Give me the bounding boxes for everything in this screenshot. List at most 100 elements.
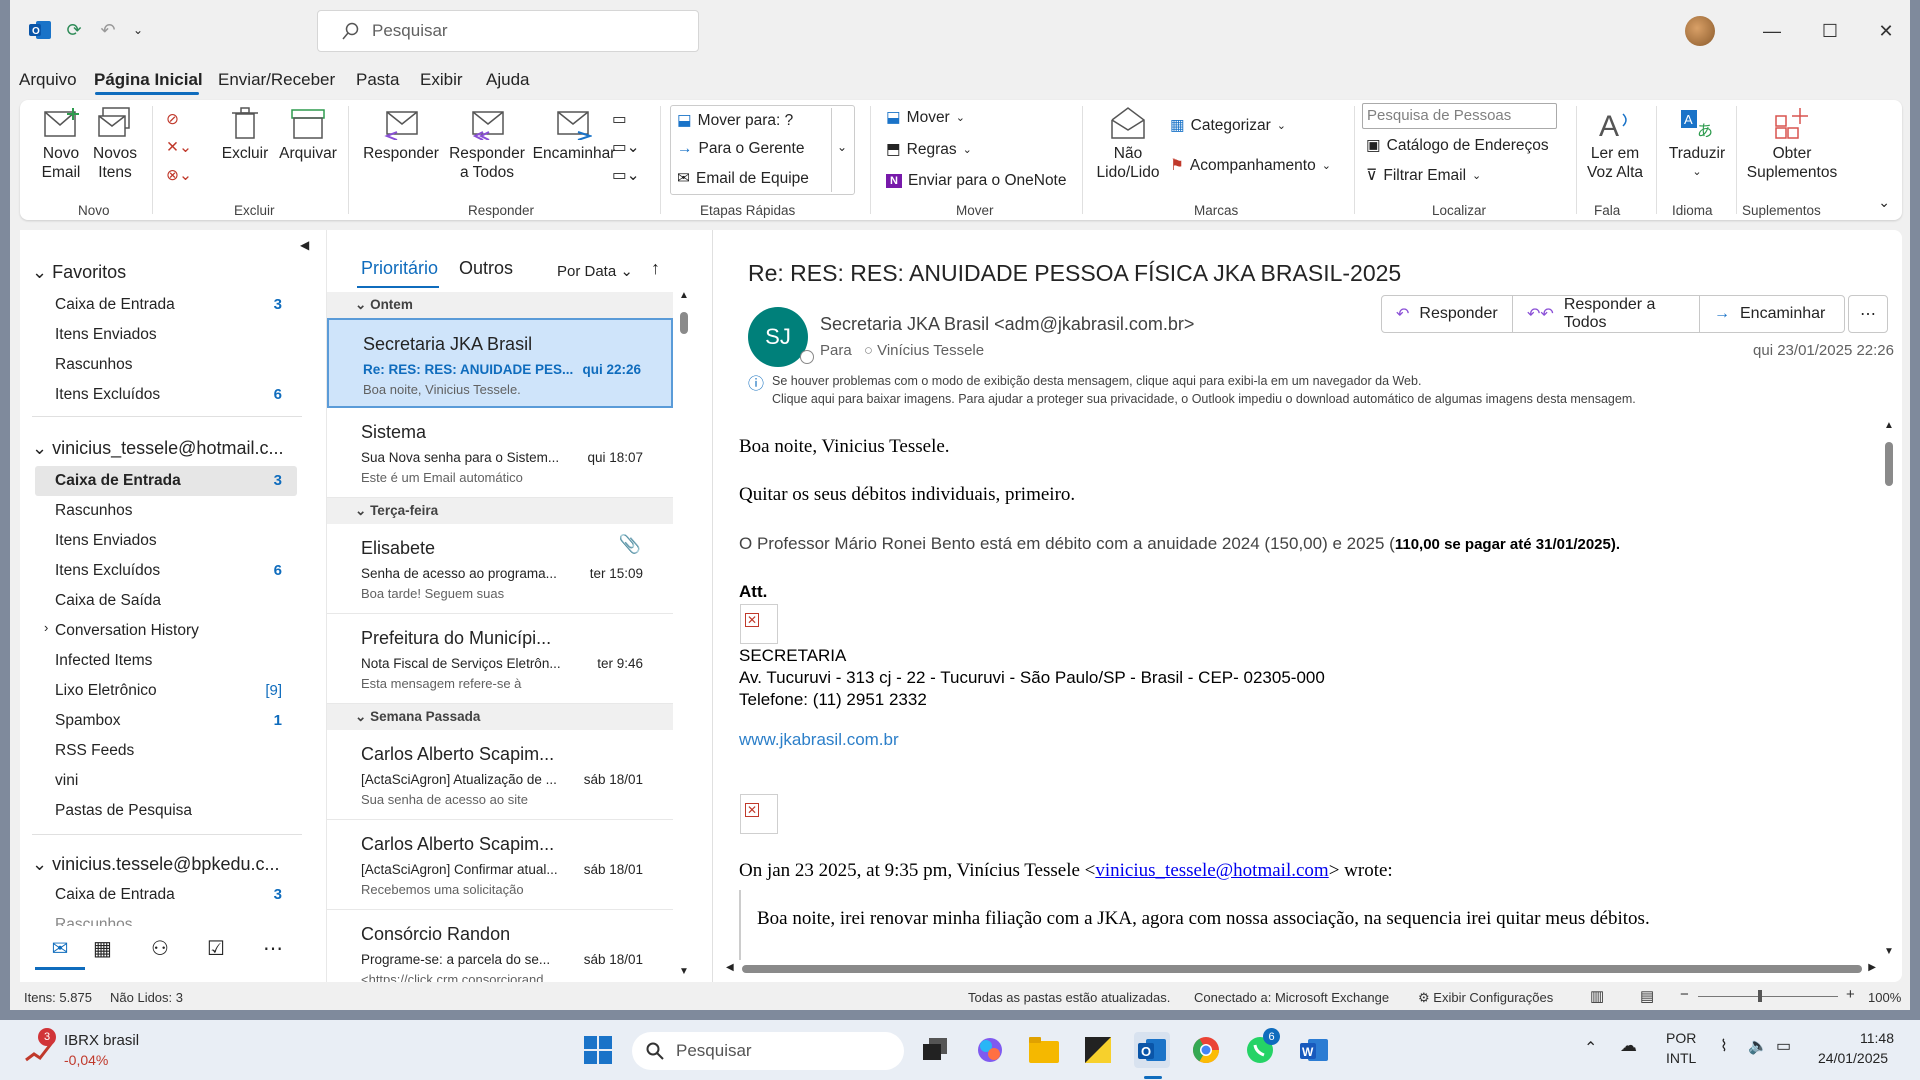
favorites-header[interactable]: ⌄ Favoritos: [32, 262, 126, 283]
ignore-icon[interactable]: ⊘: [166, 110, 179, 129]
tab-prioritario[interactable]: Prioritário: [361, 258, 438, 279]
unread-read-button[interactable]: Não Lido/Lido: [1092, 106, 1164, 182]
customize-toolbar-icon[interactable]: ⌄: [126, 18, 150, 42]
file-explorer-icon[interactable]: [1026, 1032, 1062, 1068]
reading-view-icon[interactable]: ▤: [1640, 987, 1654, 1005]
menu-exibir[interactable]: Exibir: [420, 70, 463, 90]
sync-icon[interactable]: ⟳: [62, 18, 86, 42]
chrome-icon[interactable]: [1188, 1032, 1224, 1068]
wifi-icon[interactable]: ⌇: [1720, 1036, 1728, 1056]
info-bar-text-2[interactable]: Clique aqui para baixar imagens. Para aj…: [772, 392, 1636, 406]
sticky-notes-icon[interactable]: [1080, 1032, 1116, 1068]
clock-date[interactable]: 24/01/2025: [1818, 1050, 1888, 1066]
input-language-1[interactable]: POR: [1666, 1030, 1696, 1046]
acc1-conversation-history[interactable]: Conversation History: [55, 622, 199, 640]
read-aloud-button[interactable]: A Ler em Voz Alta: [1580, 106, 1650, 182]
menu-pagina-inicial[interactable]: Página Inicial: [94, 70, 203, 90]
menu-ajuda[interactable]: Ajuda: [486, 70, 529, 90]
horizontal-scroll-thumb[interactable]: [742, 965, 1862, 973]
taskbar-search[interactable]: Pesquisar: [632, 1032, 904, 1070]
zoom-slider-thumb[interactable]: [1758, 990, 1762, 1002]
user-avatar[interactable]: [1685, 16, 1715, 46]
clock-time[interactable]: 11:48: [1860, 1030, 1894, 1046]
sort-direction-icon[interactable]: ↑: [651, 258, 660, 279]
start-button[interactable]: [580, 1032, 616, 1068]
onenote-button[interactable]: N Enviar para o OneNote: [886, 172, 1067, 190]
address-book-button[interactable]: ▣ Catálogo de Endereços: [1366, 136, 1549, 155]
delete-button[interactable]: Excluir: [220, 106, 270, 163]
rules-button[interactable]: ⬒ Regras ⌄: [886, 140, 972, 159]
reply-button[interactable]: Responder: [360, 106, 442, 163]
zoom-in-icon[interactable]: +: [1846, 986, 1855, 1003]
acc1-search-folders[interactable]: Pastas de Pesquisa: [55, 802, 192, 820]
acc1-inbox[interactable]: Caixa de Entrada: [55, 472, 181, 490]
im-icon[interactable]: ▭⌄: [612, 138, 640, 157]
menu-enviar-receber[interactable]: Enviar/Receber: [218, 70, 335, 90]
sender-avatar[interactable]: SJ: [748, 307, 808, 367]
more-actions-button[interactable]: ⋯: [1848, 295, 1888, 333]
collapse-pane-icon[interactable]: ◀: [300, 238, 309, 252]
more-respond-icon[interactable]: ▭⌄: [612, 166, 640, 185]
copilot-icon[interactable]: [972, 1032, 1008, 1068]
list-item[interactable]: Consórcio Randon Programe-se: a parcela …: [327, 910, 673, 982]
acc1-spambox[interactable]: Spambox: [55, 712, 120, 730]
acc1-junk[interactable]: Lixo Eletrônico: [55, 682, 157, 700]
zoom-out-icon[interactable]: −: [1680, 986, 1689, 1003]
list-item[interactable]: Carlos Alberto Scapim... [ActaSciAgron] …: [327, 820, 673, 910]
stock-widget-icon[interactable]: 3: [24, 1028, 58, 1064]
list-item[interactable]: Elisabete 📎 Senha de acesso ao programa.…: [327, 524, 673, 614]
more-modules-icon[interactable]: ⋯: [263, 936, 283, 961]
qs-expand-icon[interactable]: ⌄: [837, 140, 847, 154]
acc1-outbox[interactable]: Caixa de Saída: [55, 592, 161, 610]
whatsapp-icon[interactable]: 6: [1242, 1028, 1280, 1068]
qs-to-manager[interactable]: → Para o Gerente: [677, 140, 804, 158]
display-settings-button[interactable]: ⚙ Exibir Configurações: [1418, 990, 1553, 1006]
people-search-input[interactable]: Pesquisa de Pessoas: [1362, 103, 1557, 129]
account2-header[interactable]: ⌄ vinicius.tessele@bpkedu.c...: [32, 854, 279, 875]
fav-drafts[interactable]: Rascunhos: [55, 356, 133, 374]
translate-button[interactable]: Aあ Traduzir ⌄: [1662, 106, 1732, 182]
acc1-deleted[interactable]: Itens Excluídos: [55, 562, 160, 580]
group-header-terca[interactable]: ⌄ Terça-feira: [327, 498, 673, 524]
acc1-sent[interactable]: Itens Enviados: [55, 532, 157, 550]
group-header-ontem[interactable]: ⌄ Ontem: [327, 292, 673, 318]
forward-action-button[interactable]: → Encaminhar: [1699, 295, 1845, 333]
normal-view-icon[interactable]: ▥: [1590, 987, 1604, 1005]
acc1-drafts[interactable]: Rascunhos: [55, 502, 133, 520]
sort-dropdown[interactable]: Por Data ⌄: [557, 262, 633, 280]
mail-module[interactable]: ✉: [35, 930, 85, 970]
reading-scrollbar[interactable]: ▲ ▼: [1882, 420, 1896, 960]
get-addins-button[interactable]: Obter Suplementos: [1742, 106, 1842, 182]
reply-action-button[interactable]: ↶ Responder: [1381, 295, 1513, 333]
list-scrollbar[interactable]: ▲ ▼: [677, 290, 691, 980]
horizontal-scrollbar[interactable]: ◀ ▶: [726, 962, 1876, 976]
move-button[interactable]: ⬓ Mover ⌄: [886, 108, 965, 127]
fav-sent[interactable]: Itens Enviados: [55, 326, 157, 344]
list-item[interactable]: Prefeitura do Municípi... Nota Fiscal de…: [327, 614, 673, 704]
junk-icon[interactable]: ⊗⌄: [166, 166, 192, 185]
calendar-icon[interactable]: ▦: [93, 936, 112, 961]
acc1-rss[interactable]: RSS Feeds: [55, 742, 134, 760]
list-item[interactable]: Sistema Sua Nova senha para o Sistem... …: [327, 408, 673, 498]
meeting-icon[interactable]: ▭: [612, 110, 627, 129]
onedrive-icon[interactable]: ☁: [1620, 1036, 1637, 1056]
account1-header[interactable]: ⌄ vinicius_tessele@hotmail.c...: [32, 438, 283, 459]
outlook-taskbar-icon[interactable]: O: [1134, 1032, 1170, 1068]
filter-email-button[interactable]: ⊽ Filtrar Email ⌄: [1366, 166, 1481, 185]
recipient-name[interactable]: Vinícius Tessele: [877, 342, 984, 359]
people-icon[interactable]: ⚇: [151, 936, 169, 961]
cleanup-icon[interactable]: ✕⌄: [166, 138, 192, 157]
tasks-icon[interactable]: ☑: [207, 936, 225, 961]
acc2-drafts[interactable]: Rascunhos: [55, 916, 133, 926]
tab-outros[interactable]: Outros: [459, 258, 513, 279]
acc2-inbox[interactable]: Caixa de Entrada: [55, 886, 175, 904]
reply-all-button[interactable]: Responder a Todos: [446, 106, 528, 182]
qs-team-email[interactable]: ✉ Email de Equipe: [677, 169, 809, 188]
follow-up-button[interactable]: ⚑ Acompanhamento ⌄: [1170, 156, 1331, 175]
minimize-button[interactable]: —: [1752, 14, 1792, 48]
body-website-link[interactable]: www.jkabrasil.com.br: [739, 730, 899, 750]
reading-scroll-thumb[interactable]: [1885, 442, 1893, 486]
qs-move-to[interactable]: ⬓ Mover para: ?: [677, 111, 793, 130]
ribbon-collapse-icon[interactable]: ⌄: [1878, 194, 1890, 211]
forward-button[interactable]: Encaminhar: [532, 106, 616, 163]
